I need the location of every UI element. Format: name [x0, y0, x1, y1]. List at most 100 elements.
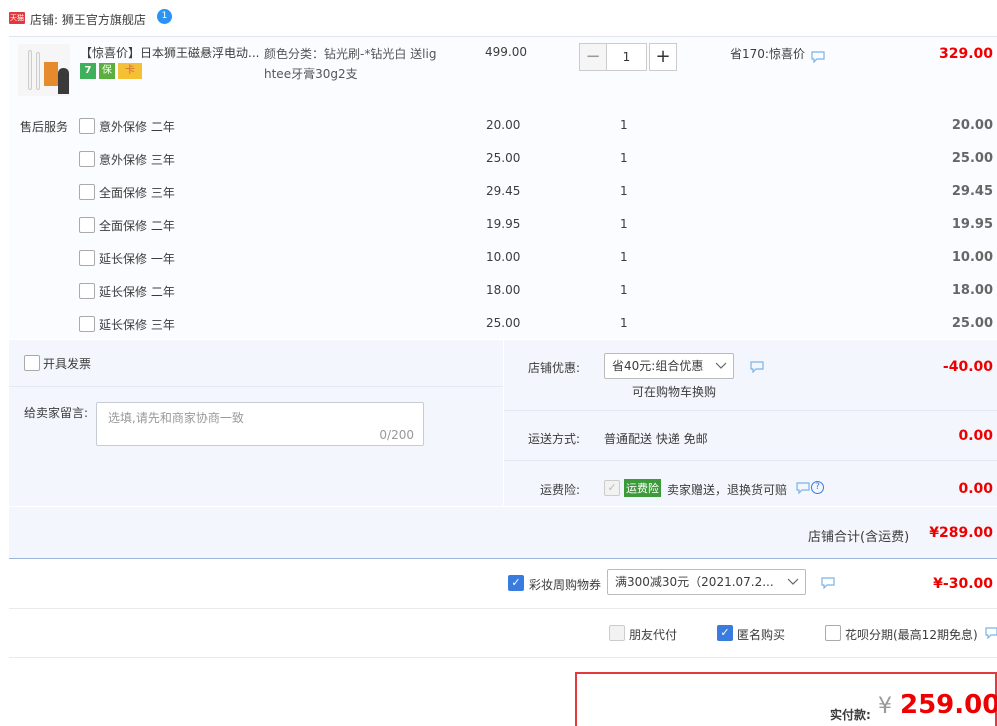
anonymous-label: 匿名购买: [737, 628, 786, 642]
coupon-checkbox[interactable]: ✓: [508, 575, 524, 591]
service-checkbox[interactable]: [79, 283, 95, 299]
shipping-method: 普通配送 快递 免邮: [604, 432, 708, 446]
service-price: 18.00: [486, 283, 521, 297]
service-checkbox[interactable]: [79, 151, 95, 167]
quantity-increase-button[interactable]: +: [649, 43, 677, 71]
service-name: 意外保修 二年: [99, 120, 175, 134]
shop-name-link[interactable]: 店铺: 狮王官方旗舰店: [30, 11, 146, 28]
seven-day-return-icon[interactable]: 7: [80, 63, 96, 79]
quantity-stepper: − 1 +: [579, 43, 677, 71]
quantity-input[interactable]: 1: [607, 43, 647, 71]
service-subtotal: 10.00: [951, 250, 993, 265]
product-title-link[interactable]: 【惊喜价】日本狮王磁悬浮电动...: [80, 44, 260, 62]
sku-info: 颜色分类：钻光刷-*钻光白 送lig htee牙膏30g2支: [264, 44, 444, 84]
pay-amount: 259.00: [900, 690, 997, 720]
service-price: 10.00: [486, 250, 521, 264]
coupon-chat-icon[interactable]: [821, 577, 835, 592]
freight-insurance-text: 卖家赠送，退换货可赔: [667, 483, 788, 497]
freight-chat-icon[interactable]: [796, 482, 810, 497]
service-price: 29.45: [486, 184, 521, 198]
divider: [504, 410, 997, 411]
service-name: 全面保修 三年: [99, 186, 175, 200]
chevron-down-icon: [787, 574, 799, 594]
service-name: 意外保修 三年: [99, 153, 175, 167]
pay-currency: ¥: [878, 694, 892, 719]
shipping-label: 运送方式:: [528, 432, 581, 446]
help-icon[interactable]: ?: [811, 481, 824, 494]
anonymous-checkbox[interactable]: ✓: [717, 625, 733, 641]
service-subtotal: 25.00: [951, 316, 993, 331]
service-checkbox[interactable]: [79, 316, 95, 332]
service-subtotal: 25.00: [951, 151, 993, 166]
product-badges: 7 保 卡: [80, 63, 142, 79]
message-placeholder: 选填,请先和商家协商一致: [108, 411, 244, 425]
service-checkbox[interactable]: [79, 217, 95, 233]
divider: [9, 386, 503, 387]
shipping-amount: 0.00: [958, 428, 993, 444]
product-thumbnail[interactable]: [18, 44, 70, 96]
sku-line-1: 颜色分类：钻光刷-*钻光白 送lig: [264, 47, 437, 61]
discount-chat-icon[interactable]: [750, 361, 764, 376]
huabei-checkbox[interactable]: [825, 625, 841, 641]
service-row: 全面保修 三年 29.45 1 29.45: [79, 184, 997, 204]
wangwang-chat-icon[interactable]: 1: [157, 9, 172, 24]
service-row: 全面保修 二年 19.95 1 19.95: [79, 217, 997, 237]
tmall-badge: 天猫: [9, 12, 25, 24]
service-name: 延长保修 三年: [99, 318, 175, 332]
service-qty: 1: [620, 316, 628, 330]
freight-insurance-amount: 0.00: [958, 481, 993, 497]
pay-label: 实付款:: [830, 708, 871, 722]
service-price: 20.00: [486, 118, 521, 132]
service-price: 19.95: [486, 217, 521, 231]
service-checkbox[interactable]: [79, 118, 95, 134]
huabei-chat-icon[interactable]: [985, 627, 997, 642]
shop-total-label: 店铺合计(含运费): [808, 530, 910, 545]
divider: [504, 460, 997, 461]
shop-discount-note: 可在购物车换购: [632, 385, 717, 399]
service-qty: 1: [620, 118, 628, 132]
shop-header: [0, 0, 997, 36]
divider: [9, 608, 997, 609]
message-textarea[interactable]: 选填,请先和商家协商一致 0/200: [96, 402, 424, 446]
divider: [9, 657, 997, 658]
service-subtotal: 18.00: [951, 283, 993, 298]
service-row: 延长保修 二年 18.00 1 18.00: [79, 283, 997, 303]
service-subtotal: 29.45: [951, 184, 993, 199]
credit-card-icon[interactable]: 卡: [118, 63, 142, 79]
coupon-amount: ¥-30.00: [933, 576, 993, 592]
service-qty: 1: [620, 217, 628, 231]
coupon-select[interactable]: 满300减30元（2021.07.2...: [607, 569, 806, 595]
shop-discount-amount: -40.00: [942, 359, 993, 375]
freight-insurance-badge: 运费险: [624, 479, 661, 497]
service-price: 25.00: [486, 151, 521, 165]
shop-discount-selected: 省40元:组合优惠: [612, 359, 704, 373]
friend-pay-label: 朋友代付: [629, 628, 678, 642]
service-price: 25.00: [486, 316, 521, 330]
invoice-label: 开具发票: [43, 357, 92, 371]
message-counter: 0/200: [379, 428, 414, 442]
freight-insurance-label: 运费险:: [540, 483, 581, 497]
service-checkbox[interactable]: [79, 184, 95, 200]
shop-discount-select[interactable]: 省40元:组合优惠: [604, 353, 734, 379]
promo-chat-icon[interactable]: [811, 51, 825, 66]
unit-price: 499.00: [485, 45, 527, 59]
friend-pay-checkbox[interactable]: [609, 625, 625, 641]
quantity-decrease-button[interactable]: −: [579, 43, 607, 71]
service-row: 延长保修 三年 25.00 1 25.00: [79, 316, 997, 336]
service-qty: 1: [620, 151, 628, 165]
sku-line-2: htee牙膏30g2支: [264, 67, 358, 81]
huabei-label: 花呗分期(最高12期免息): [845, 628, 978, 642]
service-subtotal: 19.95: [951, 217, 993, 232]
service-checkbox[interactable]: [79, 250, 95, 266]
message-label: 给卖家留言:: [24, 406, 89, 420]
guarantee-icon[interactable]: 保: [99, 63, 115, 79]
payment-summary-box: 实付款: ¥ 259.00: [575, 672, 997, 726]
shop-discount-label: 店铺优惠:: [528, 361, 581, 375]
service-row: 意外保修 三年 25.00 1 25.00: [79, 151, 997, 171]
invoice-checkbox[interactable]: [24, 355, 40, 371]
service-subtotal: 20.00: [951, 118, 993, 133]
service-name: 全面保修 二年: [99, 219, 175, 233]
chevron-down-icon: [715, 358, 727, 378]
freight-insurance-checkbox[interactable]: ✓: [604, 480, 620, 496]
service-qty: 1: [620, 250, 628, 264]
